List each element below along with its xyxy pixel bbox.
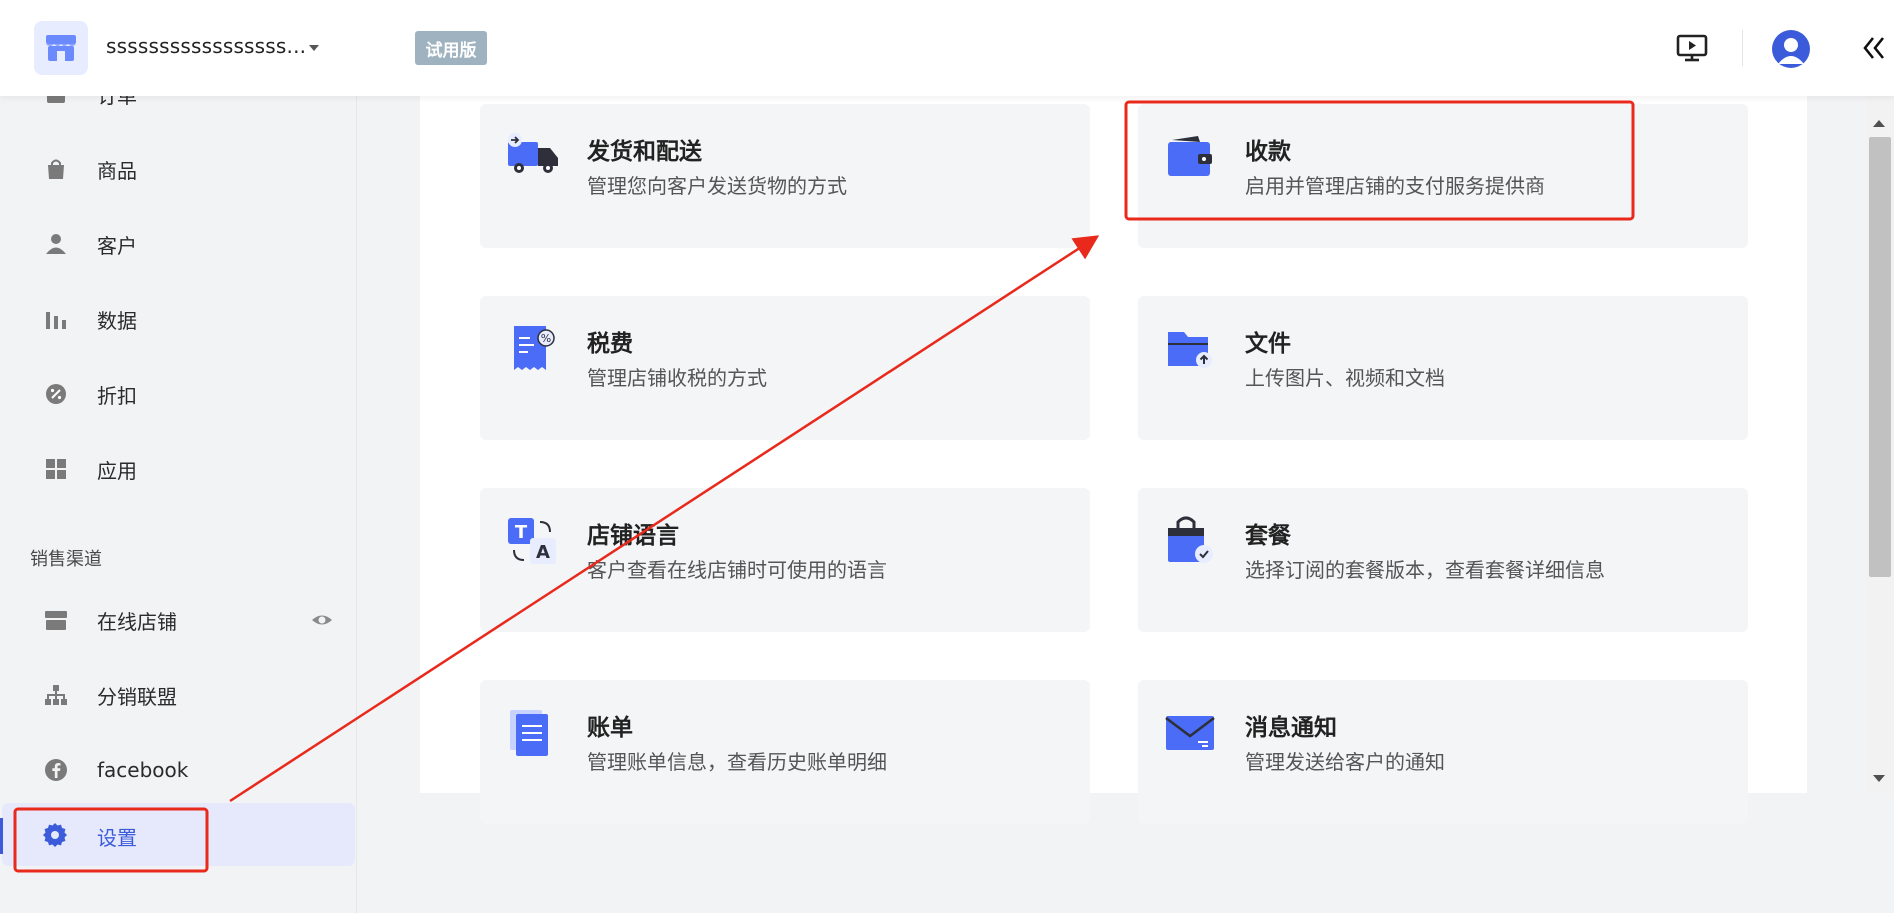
sidebar-item-data[interactable]: 数据 <box>0 289 357 349</box>
active-indicator <box>0 818 3 854</box>
screen-play-icon[interactable] <box>1676 32 1708 64</box>
affiliate-tree-icon <box>44 683 68 707</box>
facebook-icon <box>44 758 68 782</box>
sidebar-item-label: 折扣 <box>97 383 137 408</box>
card-title: 文件 <box>1245 331 1291 357</box>
sidebar-item-label: 在线店铺 <box>97 609 177 634</box>
card-desc: 客户查看在线店铺时可使用的语言 <box>587 558 887 582</box>
tax-receipt-icon: % <box>514 326 555 370</box>
top-bar: sssssssssssssssss... 试用版 <box>0 0 1894 96</box>
card-desc: 管理发送给客户的通知 <box>1245 750 1445 774</box>
bar-chart-icon <box>44 307 68 331</box>
user-avatar-icon <box>1778 38 1804 64</box>
card-title: 消息通知 <box>1245 715 1337 741</box>
sidebar-item-label: 分销联盟 <box>97 684 177 709</box>
gear-icon <box>43 823 67 847</box>
card-desc: 管理您向客户发送货物的方式 <box>587 174 847 198</box>
card-desc: 管理店铺收税的方式 <box>587 366 767 390</box>
svg-text:%: % <box>541 332 551 345</box>
mail-icon <box>1165 716 1215 750</box>
storefront-logo-icon <box>46 35 76 61</box>
sidebar-item-label: facebook <box>97 758 189 782</box>
card-bills[interactable]: 账单 管理账单信息，查看历史账单明细 <box>480 680 1090 824</box>
card-desc: 选择订阅的套餐版本，查看套餐详细信息 <box>1245 558 1605 582</box>
customer-icon <box>44 232 68 256</box>
card-plan[interactable]: 套餐 选择订阅的套餐版本，查看套餐详细信息 <box>1138 488 1748 632</box>
card-title: 税费 <box>587 331 633 357</box>
card-notifications[interactable]: 消息通知 管理发送给客户的通知 <box>1138 680 1748 824</box>
delivery-truck-icon <box>508 133 558 173</box>
card-title: 发货和配送 <box>587 139 702 165</box>
scroll-down-arrow-icon[interactable] <box>1872 774 1886 784</box>
sidebar-item-discounts[interactable]: 折扣 <box>0 364 357 424</box>
svg-text:A: A <box>536 542 550 563</box>
sidebar-item-label: 数据 <box>97 308 137 333</box>
card-title: 店铺语言 <box>587 523 679 549</box>
sales-channels-title: 销售渠道 <box>30 549 102 570</box>
sidebar-item-customers[interactable]: 客户 <box>0 214 357 274</box>
store-logo[interactable] <box>34 21 88 75</box>
card-title: 套餐 <box>1245 523 1291 549</box>
avatar[interactable] <box>1772 30 1810 68</box>
card-payments[interactable]: 收款 启用并管理店铺的支付服务提供商 <box>1138 104 1748 248</box>
card-desc: 管理账单信息，查看历史账单明细 <box>587 750 887 774</box>
chevron-down-icon[interactable] <box>306 40 322 56</box>
sidebar: 订单 商品 客户 数据 <box>0 84 357 913</box>
eye-icon[interactable] <box>310 608 334 632</box>
settings-label: 设置 <box>97 826 137 850</box>
card-desc: 上传图片、视频和文档 <box>1245 366 1445 390</box>
card-tax[interactable]: % 税费 管理店铺收税的方式 <box>480 296 1090 440</box>
scroll-up-arrow-icon[interactable] <box>1872 118 1886 128</box>
card-shipping[interactable]: 发货和配送 管理您向客户发送货物的方式 <box>480 104 1090 248</box>
sidebar-item-label: 客户 <box>97 233 137 258</box>
scrollbar-thumb[interactable] <box>1869 137 1891 577</box>
settings-panel: 发货和配送 管理您向客户发送货物的方式 收款 启用并管理店铺的支付服务提供商 %… <box>420 96 1807 824</box>
store-name[interactable]: sssssssssssssssss... <box>106 34 306 58</box>
storefront-icon <box>44 608 68 632</box>
plan-bag-icon <box>1168 516 1213 563</box>
discount-icon <box>44 382 68 406</box>
translate-icon: T A <box>508 518 556 564</box>
apps-grid-icon <box>44 457 68 481</box>
card-files[interactable]: 文件 上传图片、视频和文档 <box>1138 296 1748 440</box>
double-chevron-left-icon[interactable] <box>1862 30 1886 66</box>
card-title: 账单 <box>587 715 633 741</box>
toolbar-divider <box>1742 30 1743 66</box>
sidebar-item-apps[interactable]: 应用 <box>0 439 357 499</box>
trial-badge: 试用版 <box>415 31 487 65</box>
shopping-bag-icon <box>44 157 68 181</box>
card-store-language[interactable]: T A 店铺语言 客户查看在线店铺时可使用的语言 <box>480 488 1090 632</box>
sidebar-item-facebook[interactable]: facebook <box>0 740 357 800</box>
sidebar-item-online-store[interactable]: 在线店铺 <box>0 590 357 650</box>
card-desc: 启用并管理店铺的支付服务提供商 <box>1245 174 1545 198</box>
sidebar-item-products[interactable]: 商品 <box>0 139 357 199</box>
folder-upload-icon <box>1168 332 1212 368</box>
sidebar-item-label: 商品 <box>97 158 137 183</box>
sidebar-item-affiliate[interactable]: 分销联盟 <box>0 665 357 725</box>
card-title: 收款 <box>1245 139 1291 165</box>
sidebar-item-label: 应用 <box>97 458 137 483</box>
svg-text:T: T <box>515 522 528 543</box>
bill-document-icon <box>510 710 548 756</box>
wallet-icon <box>1168 136 1212 176</box>
